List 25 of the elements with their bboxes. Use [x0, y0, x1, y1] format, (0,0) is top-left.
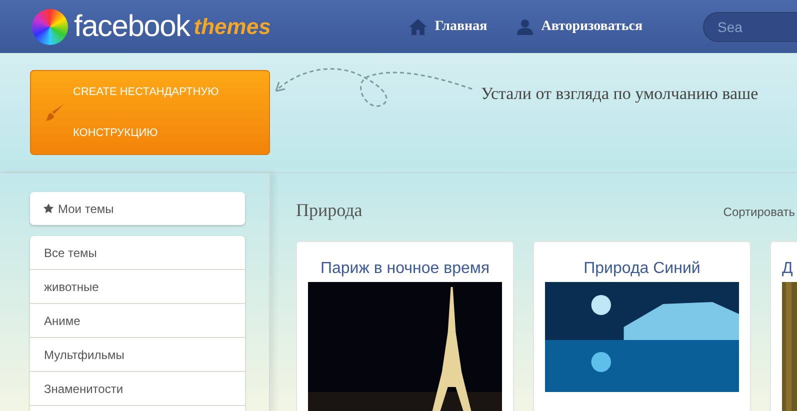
tagline-text: Устали от взгляда по умолчанию ваше: [481, 83, 758, 105]
home-icon: [408, 18, 427, 34]
my-themes-link[interactable]: Мои темы: [30, 192, 245, 225]
card-title: Д: [782, 259, 794, 279]
category-link[interactable]: Знаменитости: [30, 372, 245, 406]
theme-card[interactable]: Париж в ночное время: [296, 241, 514, 411]
button-label: CREATE НЕСТАНДАРТНУЮ КОНСТРУКЦИЮ: [73, 84, 219, 140]
category-link[interactable]: животные: [30, 270, 245, 304]
user-icon: [517, 18, 534, 34]
search-field[interactable]: Sea: [702, 12, 797, 42]
nav-link[interactable]: Главная: [408, 16, 488, 37]
logo-text: facebook: [74, 12, 190, 42]
category-link[interactable]: Мультфильмы: [30, 338, 245, 372]
section-title: Природа: [296, 199, 362, 222]
brush-icon: [45, 102, 65, 122]
star-icon: [43, 203, 54, 214]
card-title: Природа Синий: [582, 259, 702, 279]
category-link[interactable]: Аниме: [30, 304, 245, 338]
category-link[interactable]: Все темы: [30, 236, 245, 270]
logo-accent-text: themes: [194, 16, 271, 38]
theme-card[interactable]: Д: [770, 241, 797, 411]
nav-link[interactable]: Авторизоваться: [517, 16, 643, 37]
card-title: Париж в ночное время: [319, 259, 491, 279]
sort-label[interactable]: Сортировать: [723, 203, 797, 221]
theme-card[interactable]: Природа Синий: [533, 241, 751, 411]
